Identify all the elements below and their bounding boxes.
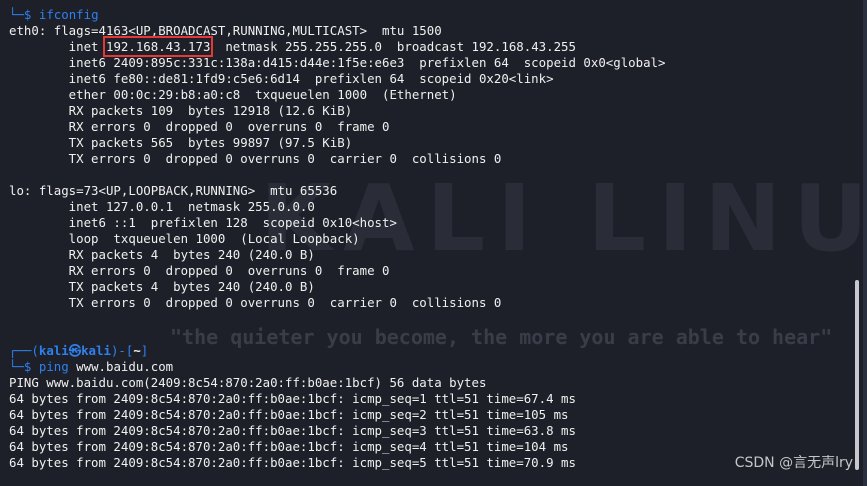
- eth0-inet6-global: inet6 2409:895c:331c:138a:d415:d44e:1f5e…: [9, 55, 666, 70]
- prompt-line-user-host: ┌──(kali㉿kali)-[~]: [9, 343, 867, 359]
- lo-inet6: inet6 ::1 prefixlen 128 scopeid 0x10<hos…: [9, 215, 397, 230]
- lo-inet: inet 127.0.0.1 netmask 255.0.0.0: [9, 199, 315, 214]
- lo-rx-errors: RX errors 0 dropped 0 overruns 0 frame 0: [9, 263, 390, 278]
- prompt-host: kali: [81, 343, 111, 358]
- lo-loop: loop txqueuelen 1000 (Local Loopback): [9, 231, 360, 246]
- terminal-output: └─$ ifconfig eth0: flags=4163<UP,BROADCA…: [9, 7, 867, 471]
- ping-argument: www.baidu.com: [68, 359, 174, 374]
- prompt-dash: -[: [118, 343, 134, 358]
- eth0-inet-suffix: netmask 255.255.255.0 broadcast 192.168.…: [210, 39, 576, 54]
- prompt-user: kali: [38, 343, 69, 358]
- eth0-tx-errors: TX errors 0 dropped 0 overruns 0 carrier…: [9, 151, 502, 166]
- prompt-dollar: $: [23, 359, 32, 374]
- command-ping: ping: [38, 359, 69, 374]
- prompt-dollar: $: [23, 7, 32, 22]
- eth0-header: eth0: flags=4163<UP,BROADCAST,RUNNING,MU…: [9, 23, 442, 38]
- eth0-ether: ether 00:0c:29:b8:a0:c8 txqueuelen 1000 …: [9, 87, 457, 102]
- command-ifconfig: ifconfig: [38, 7, 99, 22]
- csdn-watermark: CSDN @言无声lry: [734, 455, 853, 471]
- eth0-rx-packets: RX packets 109 bytes 12918 (12.6 KiB): [9, 103, 353, 118]
- eth0-inet6-link: inet6 fe80::de81:1fd9:c5e6:6d14 prefixle…: [9, 71, 554, 86]
- prompt-bracket-close: ]: [140, 343, 149, 358]
- prompt-corner-top: ┌──: [9, 343, 32, 358]
- eth0-inet-line: inet 192.168.43.173 netmask 255.255.255.…: [9, 36, 867, 57]
- lo-header: lo: flags=73<UP,LOOPBACK,RUNNING> mtu 65…: [9, 183, 338, 198]
- prompt-path: ~: [133, 343, 141, 358]
- prompt-corner-bottom: └─: [9, 7, 24, 22]
- eth0-tx-packets: TX packets 565 bytes 99897 (97.5 KiB): [9, 135, 353, 150]
- vertical-scrollbar[interactable]: [855, 280, 859, 470]
- lo-tx-packets: TX packets 4 bytes 240 (240.0 B): [9, 279, 315, 294]
- terminal-window[interactable]: KALI LINUX "the quieter you become, the …: [0, 0, 867, 486]
- lo-tx-errors: TX errors 0 dropped 0 overruns 0 carrier…: [9, 295, 502, 310]
- prompt-line-ifconfig: └─$ ifconfig: [9, 7, 867, 23]
- ping-reply: 64 bytes from 2409:8c54:870:2a0:ff:b0ae:…: [9, 391, 576, 406]
- ping-reply: 64 bytes from 2409:8c54:870:2a0:ff:b0ae:…: [9, 423, 576, 438]
- prompt-paren-open: (: [31, 343, 39, 358]
- prompt-line-ping: └─$ ping www.baidu.com: [9, 359, 867, 375]
- ping-reply: 64 bytes from 2409:8c54:870:2a0:ff:b0ae:…: [9, 407, 569, 422]
- prompt-corner-bottom: └─: [9, 359, 24, 374]
- eth0-ip-highlight: 192.168.43.173: [102, 36, 214, 57]
- prompt-at-symbol: ㉿: [68, 343, 82, 358]
- ping-header: PING www.baidu.com(2409:8c54:870:2a0:ff:…: [9, 375, 487, 390]
- eth0-rx-errors: RX errors 0 dropped 0 overruns 0 frame 0: [9, 119, 390, 134]
- lo-rx-packets: RX packets 4 bytes 240 (240.0 B): [9, 247, 315, 262]
- eth0-inet-prefix: inet: [9, 39, 106, 54]
